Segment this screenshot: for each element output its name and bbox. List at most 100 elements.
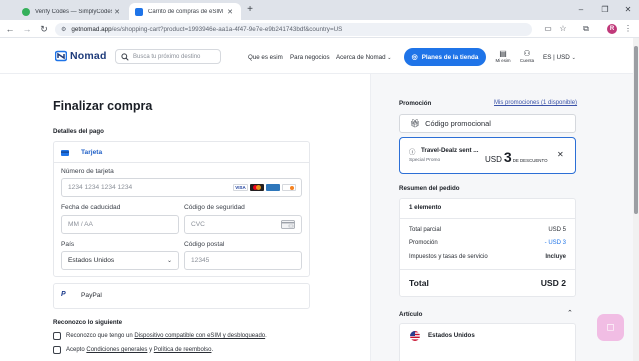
gift-icon: 🎁︎	[410, 119, 421, 128]
payment-details-heading: Detalles del pago	[53, 128, 104, 135]
browser-tab-nomad[interactable]: Carrito de compras de eSIM de ✕	[129, 3, 241, 20]
info-icon: ⓘ	[409, 149, 416, 156]
promo-discount-label: DE DESCUENTO	[512, 158, 548, 163]
nomad-logo[interactable]: Nomad	[55, 50, 107, 62]
language-currency-label: ES | USD	[543, 54, 570, 61]
acknowledge-heading: Reconozco lo siguiente	[53, 319, 123, 326]
cvc-placeholder: CVC	[191, 221, 205, 228]
compatible-device-link[interactable]: Dispositivo compatible con eSIM y desblo…	[134, 333, 265, 339]
amex-icon	[266, 184, 280, 191]
sim-card-icon: ▤	[499, 49, 507, 58]
paypal-label: PayPal	[81, 292, 102, 299]
divider	[400, 218, 575, 219]
nomad-logo-icon	[55, 50, 67, 62]
chat-icon: ◻︎	[606, 322, 615, 333]
cvc-input[interactable]: CVC	[184, 215, 302, 234]
account-button[interactable]: ⚇ Cuenta	[519, 49, 535, 63]
expiry-placeholder: MM / AA	[68, 221, 93, 228]
url-path: /es/shopping-cart?product=1993946e-aa1a-…	[111, 26, 343, 33]
cvc-card-icon	[281, 220, 295, 229]
chevron-down-icon: ⌄	[387, 55, 392, 61]
item-count: 1 elemento	[409, 204, 442, 211]
country-value: Estados Unidos	[68, 257, 115, 264]
browser-menu-icon[interactable]: ⋮	[622, 23, 634, 35]
nav-acerca-de-nomad[interactable]: Acerca de Nomad ⌄	[336, 54, 391, 61]
total-label: Total	[409, 278, 429, 288]
divider	[400, 269, 575, 270]
nomad-favicon-icon	[135, 7, 143, 16]
card-number-placeholder: 1234 1234 1234 1234	[68, 184, 133, 191]
destination-search-input[interactable]: Busca tu próximo destino	[115, 49, 221, 64]
account-label: Cuenta	[519, 58, 535, 63]
site-info-icon[interactable]: ⚙	[61, 26, 66, 33]
country-label: País	[61, 241, 75, 248]
bookmark-star-icon[interactable]: ☆	[557, 23, 569, 35]
article-card	[399, 323, 576, 361]
chevron-up-icon[interactable]: ⌃	[567, 309, 573, 317]
globe-icon: ◎	[411, 54, 418, 61]
simplycodes-favicon-icon	[22, 7, 30, 16]
chat-support-button[interactable]: ◻︎	[597, 314, 624, 341]
terms-checkbox[interactable]	[53, 346, 61, 354]
restore-window-button[interactable]: ❐	[594, 3, 616, 17]
nav-para-negocios[interactable]: Para negocios	[290, 54, 330, 61]
total-value: USD 2	[540, 278, 566, 288]
postal-code-label: Código postal	[184, 241, 225, 248]
profile-avatar[interactable]: R	[607, 24, 617, 34]
us-flag-icon	[410, 331, 420, 341]
nav-label: Acerca de Nomad	[336, 54, 386, 61]
forward-icon[interactable]: →	[21, 23, 33, 35]
my-esim-button[interactable]: ▤ Mi esim	[495, 49, 511, 63]
expiry-label: Fecha de caducidad	[61, 204, 121, 211]
store-plans-button[interactable]: ◎ Planes de la tienda	[404, 48, 486, 66]
promo-amount: 3	[503, 149, 512, 165]
device-compatible-checkbox[interactable]	[53, 332, 61, 340]
back-icon[interactable]: ←	[4, 23, 16, 35]
taxes-value: Incluye	[545, 254, 566, 260]
card-number-label: Número de tarjeta	[61, 168, 114, 175]
order-summary-heading: Resumen del pedido	[399, 185, 460, 192]
chevron-down-icon: ⌄	[571, 55, 576, 61]
brand-name: Nomad	[70, 50, 107, 62]
terms-link[interactable]: Condiciones generales	[86, 347, 147, 353]
promo-code-input[interactable]: 🎁︎ Código promocional	[399, 114, 576, 133]
mastercard-icon	[250, 184, 264, 191]
taxes-label: Impuestos y tasas de servicio	[409, 254, 488, 260]
chevron-down-icon: ⌄	[166, 258, 172, 264]
address-bar[interactable]: ⚙ getnomad.app/es/shopping-cart?product=…	[55, 23, 532, 36]
consent-text: .	[211, 347, 214, 353]
visa-icon: VISA	[233, 184, 248, 191]
search-icon	[121, 52, 129, 61]
nav-que-es-esim[interactable]: Que es esim	[248, 54, 283, 61]
search-placeholder: Busca tu próximo destino	[133, 53, 201, 60]
language-currency-selector[interactable]: ES | USD ⌄	[543, 54, 576, 61]
close-tab-icon[interactable]: ✕	[112, 8, 122, 16]
promo-code-label: Código promocional	[425, 119, 491, 128]
promo-code-name: Travel-Dealz sent ...	[421, 147, 479, 154]
new-tab-button[interactable]: +	[239, 3, 261, 17]
close-window-button[interactable]: ✕	[617, 3, 639, 17]
tab-title: Verify Codes — SimplyCodes	[35, 8, 112, 15]
consent-text: Reconozco que tengo un	[66, 333, 135, 339]
refund-policy-link[interactable]: Política de reembolso	[154, 347, 212, 353]
close-tab-icon[interactable]: ✕	[225, 8, 235, 16]
expiry-input[interactable]: MM / AA	[61, 215, 179, 234]
card-tab-label[interactable]: Tarjeta	[81, 149, 102, 156]
my-promotions-link[interactable]: Mis promociones (1 disponible)	[494, 100, 577, 106]
postal-code-input[interactable]: 12345	[184, 251, 302, 270]
browser-tab-simplycodes[interactable]: Verify Codes — SimplyCodes ✕	[16, 3, 128, 20]
reload-icon[interactable]: ↻	[38, 23, 50, 35]
card-number-input[interactable]: 1234 1234 1234 1234 VISA	[61, 178, 302, 197]
article-country: Estados Unidos	[428, 332, 475, 339]
url-host: getnomad.app	[71, 26, 112, 33]
extensions-icon[interactable]: ⧉	[580, 23, 592, 35]
minimize-window-button[interactable]: –	[570, 3, 592, 17]
remove-promo-icon[interactable]: ✕	[557, 150, 564, 159]
promo-discount: USD 3 DE DESCUENTO	[485, 149, 548, 165]
install-app-icon[interactable]: ▭	[542, 23, 554, 35]
country-select[interactable]: Estados Unidos ⌄	[61, 251, 179, 270]
scrollbar-thumb[interactable]	[634, 46, 638, 214]
promotion-value: - USD 3	[544, 240, 566, 246]
tab-title: Carrito de compras de eSIM de	[148, 8, 225, 15]
discover-icon	[282, 184, 296, 191]
